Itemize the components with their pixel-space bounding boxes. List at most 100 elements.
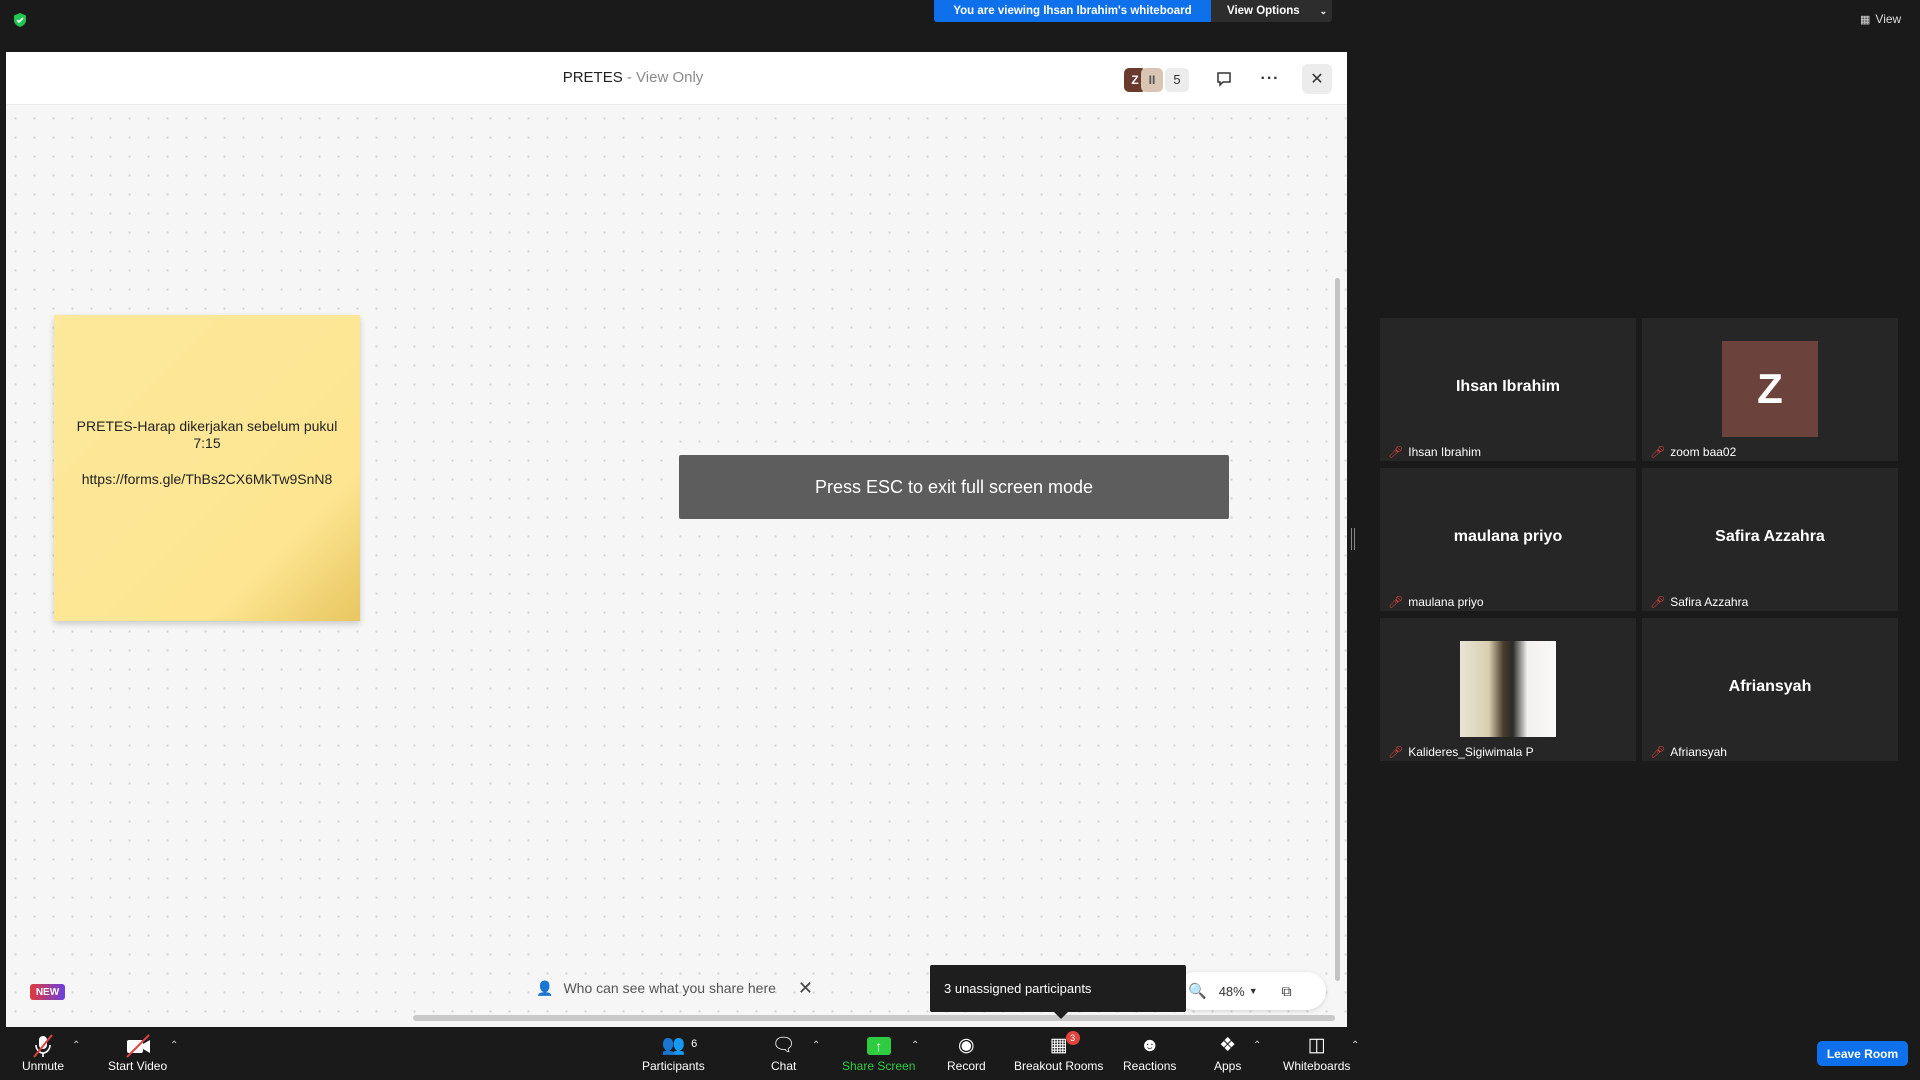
close-icon: ✕ — [1310, 71, 1324, 88]
participant-name: Afriansyah — [1728, 678, 1812, 695]
participant-label-text: Afriansyah — [1670, 745, 1727, 759]
close-whiteboard-button[interactable]: ✕ — [1302, 64, 1332, 94]
video-tile[interactable]: Safira Azzahra 🎤︎ Safira Azzahra — [1642, 468, 1898, 611]
comment-icon — [1217, 72, 1231, 87]
chevron-up-icon[interactable]: ⌃ — [812, 1040, 820, 1051]
chevron-up-icon[interactable]: ⌃ — [72, 1040, 80, 1051]
chevron-down-icon: ⌄ — [1319, 5, 1328, 16]
participant-name: Ihsan Ibrahim — [1455, 378, 1561, 395]
view-options-label: View Options — [1227, 5, 1300, 17]
share-visibility-hint[interactable]: 👤 Who can see what you share here ✕ — [536, 973, 813, 1003]
close-icon[interactable]: ✕ — [798, 978, 813, 999]
mic-muted-icon: 🎤︎ — [1650, 595, 1666, 609]
zoom-control[interactable]: 🔍 48% ▼ ⧉ — [1176, 972, 1326, 1010]
caret-down-icon: ▼ — [1248, 986, 1258, 996]
mic-muted-icon: 🎤︎ — [1650, 745, 1666, 759]
participants-icon: 👥 6 — [662, 1033, 698, 1059]
record-label: Record — [947, 1059, 986, 1073]
chat-button[interactable]: 🗨 Chat — [771, 1033, 796, 1077]
avatar[interactable]: II — [1141, 67, 1163, 92]
whiteboard-canvas[interactable]: PRETES - View Only Z II 5 ··· ✕ PRETES-H… — [6, 52, 1347, 1027]
fit-view-icon[interactable]: ⧉ — [1282, 983, 1292, 1000]
chevron-up-icon[interactable]: ⌃ — [1351, 1040, 1359, 1051]
chevron-up-icon[interactable]: ⌃ — [911, 1040, 919, 1051]
grid-icon: ▦ — [1860, 13, 1871, 26]
horizontal-scrollbar[interactable] — [413, 1015, 1335, 1021]
record-button[interactable]: ◉ Record — [947, 1033, 986, 1077]
participant-label: 🎤︎ Ihsan Ibrahim — [1388, 445, 1481, 459]
chat-label: Chat — [771, 1059, 797, 1073]
participant-name: Safira Azzahra — [1715, 528, 1825, 545]
sticky-note[interactable]: PRETES-Harap dikerjakan sebelum pukul 7:… — [54, 315, 360, 621]
collaborator-avatars[interactable]: Z II 5 — [1124, 67, 1189, 92]
breakout-rooms-label: Breakout Rooms — [1014, 1059, 1104, 1073]
apps-icon: ❖ — [1219, 1035, 1237, 1056]
person-icon: 👤 — [536, 979, 554, 996]
breakout-tooltip: 3 unassigned participants — [930, 965, 1186, 1019]
sticky-note-text: PRETES-Harap dikerjakan sebelum pukul 7:… — [76, 418, 338, 451]
whiteboards-label: Whiteboards — [1283, 1059, 1351, 1073]
mic-muted-icon — [33, 1034, 53, 1058]
whiteboard-header: PRETES - View Only Z II 5 ··· ✕ — [6, 52, 1347, 105]
participant-label-text: zoom baa02 — [1670, 445, 1737, 459]
video-off-icon — [125, 1034, 150, 1058]
share-screen-icon: ↑ — [866, 1037, 891, 1055]
new-badge[interactable]: NEW — [30, 984, 65, 1000]
mic-muted-icon: 🎤︎ — [1388, 595, 1404, 609]
reactions-button[interactable]: ☻ Reactions — [1123, 1033, 1176, 1077]
zoom-level[interactable]: 48% — [1219, 984, 1245, 999]
chat-icon: 🗨 — [771, 1035, 796, 1056]
share-hint-text: Who can see what you share here — [563, 980, 776, 996]
share-screen-label: Share Screen — [842, 1059, 916, 1073]
participant-label: 🎤︎ Kalideres_Sigiwimala P — [1388, 745, 1534, 759]
view-button[interactable]: ▦ View — [1860, 10, 1901, 28]
video-tile[interactable]: Afriansyah 🎤︎ Afriansyah — [1642, 618, 1898, 761]
video-tile[interactable]: Z 🎤︎ zoom baa02 — [1642, 318, 1898, 461]
more-icon: ··· — [1260, 70, 1280, 87]
view-options-button[interactable]: View Options ⌄ — [1211, 0, 1332, 22]
more-options-button[interactable]: ··· — [1255, 64, 1285, 94]
apps-label: Apps — [1214, 1059, 1242, 1073]
participant-label-text: Kalideres_Sigiwimala P — [1408, 745, 1534, 759]
participant-label-text: Ihsan Ibrahim — [1408, 445, 1481, 459]
vertical-scrollbar[interactable] — [1335, 278, 1340, 981]
apps-button[interactable]: ❖ Apps — [1214, 1033, 1241, 1077]
participant-label: 🎤︎ zoom baa02 — [1650, 445, 1736, 459]
zoom-in-icon[interactable]: 🔍 — [1188, 982, 1207, 1000]
breakout-rooms-icon: ▦ 3 — [1050, 1031, 1080, 1059]
comment-button[interactable] — [1209, 64, 1239, 94]
viewing-whiteboard-banner: You are viewing Ihsan Ibrahim's whiteboa… — [934, 0, 1211, 22]
video-tile[interactable]: maulana priyo 🎤︎ maulana priyo — [1380, 468, 1636, 611]
avatar: Z — [1722, 341, 1818, 437]
share-screen-button[interactable]: ↑ Share Screen — [842, 1033, 915, 1077]
start-video-button[interactable]: Start Video — [108, 1033, 167, 1077]
unmute-label: Unmute — [22, 1059, 65, 1073]
chevron-up-icon[interactable]: ⌃ — [170, 1040, 178, 1051]
unmute-button[interactable]: Unmute — [22, 1033, 64, 1077]
start-video-label: Start Video — [108, 1059, 168, 1073]
profile-photo — [1460, 641, 1556, 737]
chevron-up-icon[interactable]: ⌃ — [1253, 1040, 1261, 1051]
mic-muted-icon: 🎤︎ — [1388, 745, 1404, 759]
collaborator-count[interactable]: 5 — [1165, 67, 1189, 92]
reactions-label: Reactions — [1123, 1059, 1177, 1073]
participants-label: Participants — [642, 1059, 705, 1073]
breakout-rooms-button[interactable]: ▦ 3 Breakout Rooms — [1014, 1031, 1104, 1077]
participant-label-text: Safira Azzahra — [1670, 595, 1749, 609]
fullscreen-exit-toast: Press ESC to exit full screen mode — [679, 455, 1229, 519]
shield-icon[interactable] — [12, 12, 28, 28]
whiteboards-button[interactable]: ◫ Whiteboards — [1283, 1033, 1350, 1077]
participant-label-text: maulana priyo — [1408, 595, 1484, 609]
video-tile[interactable]: Ihsan Ibrahim 🎤︎ Ihsan Ibrahim — [1380, 318, 1636, 461]
whiteboard-title-text: PRETES — [562, 69, 623, 86]
whiteboard-title: PRETES - View Only — [6, 69, 1260, 86]
view-only-label: - View Only — [622, 69, 704, 86]
participant-label: 🎤︎ Afriansyah — [1650, 745, 1727, 759]
participants-button[interactable]: 👥 6 Participants — [642, 1033, 705, 1077]
record-icon: ◉ — [958, 1035, 975, 1056]
mic-muted-icon: 🎤︎ — [1388, 445, 1404, 459]
participant-label: 🎤︎ Safira Azzahra — [1650, 595, 1748, 609]
leave-room-button[interactable]: Leave Room — [1817, 1041, 1908, 1066]
panel-resize-handle[interactable] — [1351, 528, 1355, 550]
video-tile[interactable]: 🎤︎ Kalideres_Sigiwimala P — [1380, 618, 1636, 761]
